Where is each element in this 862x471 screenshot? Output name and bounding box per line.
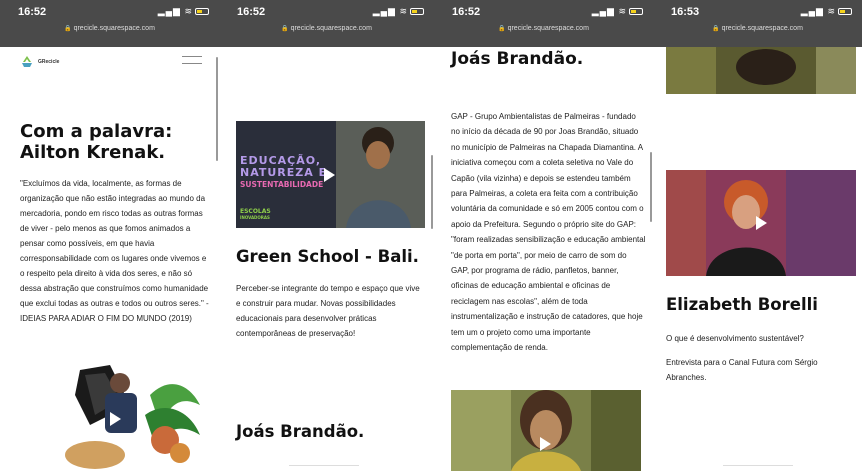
phone-screen-4: 16:53 ▂▄▆ ≋ 🔒 qrecicle.squarespace.com El… — [653, 0, 862, 471]
phone-screen-1: 16:52 ▂▄▆ ≋ 🔒 qrecicle.squarespace.com GR… — [0, 0, 219, 471]
status-bar: 16:52 ▂▄▆ ≋ 🔒 qrecicle.squarespace.com — [434, 0, 653, 47]
signal-wifi-battery-icons: ▂▄▆ ≋ — [373, 6, 424, 17]
status-bar: 16:52 ▂▄▆ ≋ 🔒 qrecicle.squarespace.com — [0, 0, 219, 47]
hamburger-menu-icon[interactable] — [182, 56, 202, 64]
play-icon[interactable] — [540, 437, 551, 451]
address-bar[interactable]: 🔒 qrecicle.squarespace.com — [219, 25, 434, 32]
gap-description: GAP - Grupo Ambientalistas de Palmeiras … — [451, 112, 646, 353]
lock-icon: 🔒 — [64, 26, 72, 32]
status-time: 16:53 — [671, 6, 700, 18]
divider — [289, 465, 359, 466]
url-text: qrecicle.squarespace.com — [507, 25, 589, 32]
address-bar[interactable]: 🔒 qrecicle.squarespace.com — [434, 25, 653, 32]
divider — [723, 465, 793, 466]
site-logo[interactable]: GRecicle — [20, 55, 59, 68]
play-icon[interactable] — [110, 412, 121, 426]
video-title-line-2: NATUREZA E — [240, 166, 328, 179]
video-badge: ESCOLAS INOVADORAS — [240, 209, 271, 221]
play-icon[interactable] — [324, 168, 335, 182]
scrollbar[interactable] — [431, 155, 433, 229]
status-time: 16:52 — [237, 6, 266, 18]
play-icon[interactable] — [756, 216, 767, 230]
top-video-art — [666, 47, 856, 94]
lock-icon: 🔒 — [712, 26, 720, 32]
video-thumbnail-green-school[interactable]: EDUCAÇÃO, NATUREZA E SUSTENTABILIDADE ES… — [236, 121, 425, 228]
joas-video-art — [451, 390, 641, 471]
krenak-quote: "Excluímos da vida, localmente, as forma… — [20, 179, 209, 323]
url-text: qrecicle.squarespace.com — [290, 25, 372, 32]
url-text: qrecicle.squarespace.com — [73, 25, 155, 32]
signal-wifi-battery-icons: ▂▄▆ ≋ — [801, 6, 852, 17]
green-school-text: Perceber-se integrante do tempo e espaço… — [236, 284, 420, 338]
video-title-line-3: SUSTENTABILIDADE — [240, 180, 324, 189]
lock-icon: 🔒 — [281, 26, 289, 32]
joas-heading: Joás Brandão. — [451, 49, 584, 69]
elizabeth-heading: Elizabeth Borelli — [666, 295, 818, 314]
elizabeth-text: Entrevista para o Canal Futura com Sérgi… — [666, 358, 818, 382]
url-text: qrecicle.squarespace.com — [721, 25, 803, 32]
status-time: 16:52 — [452, 6, 481, 18]
elizabeth-question: O que é desenvolvimento sustentável? — [666, 334, 804, 343]
brand-name: GRecicle — [38, 58, 60, 65]
badge-line-2: INOVADORAS — [240, 215, 270, 220]
video-thumbnail-top[interactable] — [666, 47, 856, 94]
heading-line-1: Com a palavra: — [20, 121, 173, 142]
page-heading: Com a palavra: Ailton Krenak. — [20, 121, 210, 163]
video-thumbnail-joas[interactable] — [451, 390, 641, 471]
joas-heading-preview: Joás Brandão. — [236, 422, 365, 441]
krenak-video-illustration — [65, 365, 200, 469]
signal-wifi-battery-icons: ▂▄▆ ≋ — [158, 6, 209, 17]
lock-icon: 🔒 — [498, 26, 506, 32]
green-school-heading: Green School - Bali. — [236, 247, 419, 266]
scrollbar[interactable] — [216, 57, 218, 161]
video-thumbnail-krenak[interactable] — [50, 365, 210, 471]
address-bar[interactable]: 🔒 qrecicle.squarespace.com — [0, 25, 219, 32]
status-bar: 16:53 ▂▄▆ ≋ 🔒 qrecicle.squarespace.com — [653, 0, 862, 47]
signal-wifi-battery-icons: ▂▄▆ ≋ — [592, 6, 643, 17]
address-bar[interactable]: 🔒 qrecicle.squarespace.com — [653, 25, 862, 32]
phone-screen-3: 16:52 ▂▄▆ ≋ 🔒 qrecicle.squarespace.com Jo… — [434, 0, 653, 471]
status-time: 16:52 — [18, 6, 47, 18]
phone-screen-2: 16:52 ▂▄▆ ≋ 🔒 qrecicle.squarespace.com ED… — [219, 0, 434, 471]
status-bar: 16:52 ▂▄▆ ≋ 🔒 qrecicle.squarespace.com — [219, 0, 434, 47]
heading-line-2: Ailton Krenak. — [20, 142, 166, 163]
video-thumbnail-elizabeth[interactable] — [666, 170, 856, 276]
recycle-icon — [22, 56, 32, 67]
scrollbar[interactable] — [650, 152, 652, 222]
video-title-overlay: EDUCAÇÃO, NATUREZA E SUSTENTABILIDADE — [240, 155, 327, 191]
